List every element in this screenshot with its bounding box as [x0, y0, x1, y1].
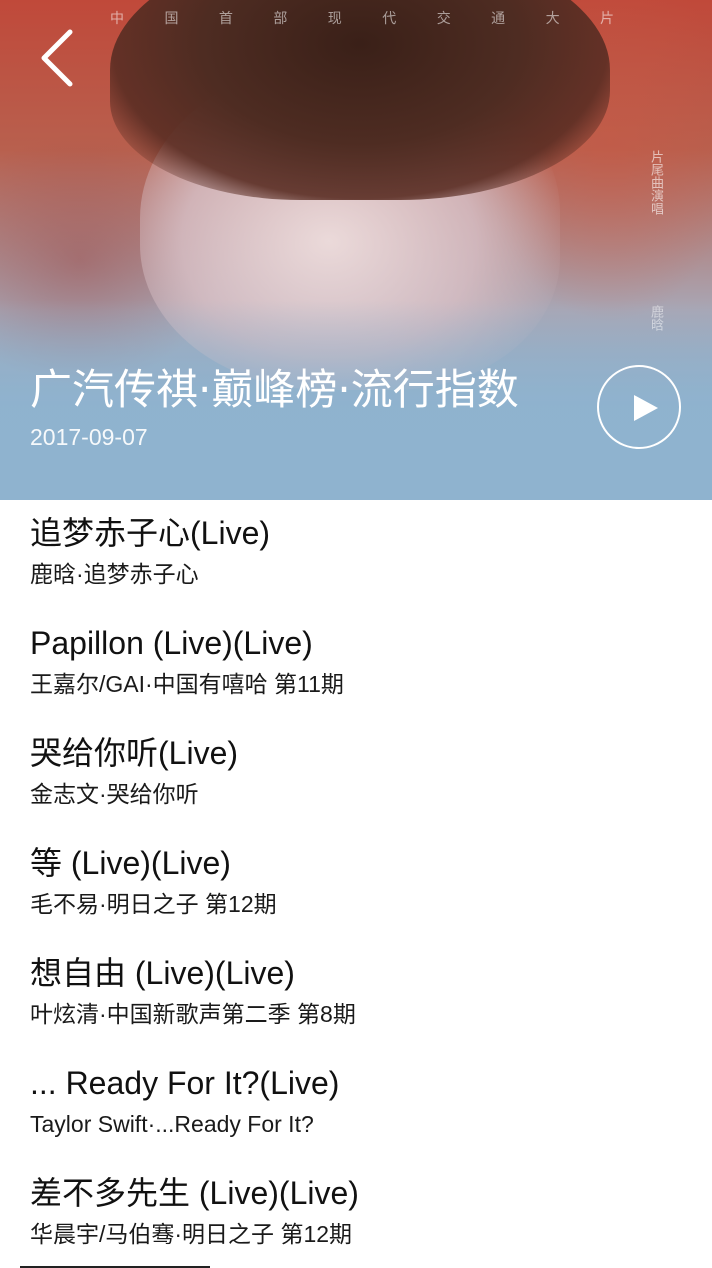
track-item[interactable]: 想自由 (Live)(Live) 叶炫清·中国新歌声第二季 第8期 [0, 940, 712, 1050]
track-title: 差不多先生 (Live)(Live) [30, 1175, 359, 1211]
track-title: 等 (Live)(Live) [30, 845, 231, 881]
track-title: 追梦赤子心(Live) [30, 515, 271, 551]
playlist-title: 广汽传祺·巅峰榜·流行指数 [30, 365, 519, 414]
playlist-date: 2017-09-07 [30, 424, 148, 450]
track-title: ... Ready For It?(Live) [30, 1065, 340, 1101]
playlist-header: 中 国 首 部 现 代 交 通 大 片 片尾曲演唱 鹿晗 广汽传祺·巅峰榜·流行… [0, 0, 712, 500]
playlist-page: 中 国 首 部 现 代 交 通 大 片 片尾曲演唱 鹿晗 广汽传祺·巅峰榜·流行… [0, 0, 712, 1268]
chevron-left-icon [41, 29, 73, 87]
track-title: Papillon (Live)(Live) [30, 625, 313, 661]
track-title: 想自由 (Live)(Live) [30, 955, 295, 991]
track-subtitle: 金志文·哭给你听 [30, 781, 199, 807]
poster-caption: 中 国 首 部 现 代 交 通 大 片 [110, 11, 633, 27]
track-item[interactable]: 等 (Live)(Live) 毛不易·明日之子 第12期 [0, 830, 712, 940]
play-icon [634, 395, 658, 421]
track-subtitle: 鹿晗·追梦赤子心 [30, 561, 199, 587]
play-all-button[interactable] [597, 365, 681, 449]
poster-side-text-artist: 鹿晗 [648, 305, 663, 331]
track-subtitle: 华晨宇/马伯骞·明日之子 第12期 [30, 1221, 353, 1247]
track-item[interactable]: ... Ready For It?(Live) Taylor Swift·...… [0, 1050, 712, 1160]
track-subtitle: Taylor Swift·...Ready For It? [30, 1111, 314, 1137]
poster-side-text: 片尾曲演唱 [648, 150, 663, 215]
track-item[interactable]: 追梦赤子心(Live) 鹿晗·追梦赤子心 [0, 500, 712, 610]
track-subtitle: 王嘉尔/GAI·中国有嘻哈 第11期 [30, 671, 344, 697]
track-subtitle: 叶炫清·中国新歌声第二季 第8期 [30, 1001, 356, 1027]
track-list: 追梦赤子心(Live) 鹿晗·追梦赤子心 Papillon (Live)(Liv… [0, 500, 712, 1268]
back-button[interactable] [30, 26, 86, 90]
track-subtitle: 毛不易·明日之子 第12期 [30, 891, 277, 917]
track-item[interactable]: 差不多先生 (Live)(Live) 华晨宇/马伯骞·明日之子 第12期 [0, 1160, 712, 1268]
track-item[interactable]: 哭给你听(Live) 金志文·哭给你听 [0, 720, 712, 830]
track-item[interactable]: Papillon (Live)(Live) 王嘉尔/GAI·中国有嘻哈 第11期 [0, 610, 712, 720]
track-title: 哭给你听(Live) [30, 735, 239, 771]
cover-art-hair [110, 0, 610, 200]
